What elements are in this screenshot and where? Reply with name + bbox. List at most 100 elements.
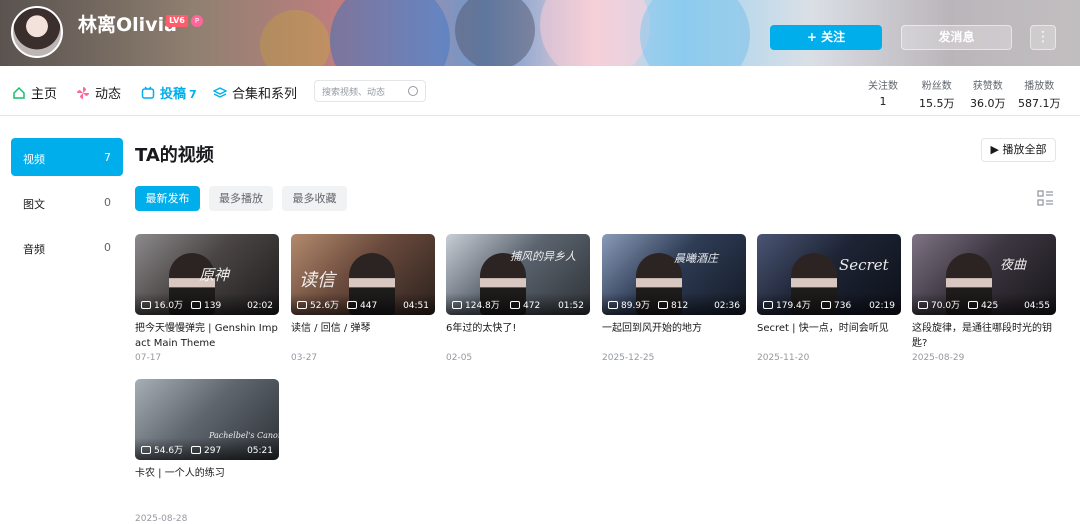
video-thumbnail[interactable]: 夜曲 70.0万 425 04:55 [912, 234, 1056, 315]
video-card[interactable]: 晨曦酒庄 89.9万 812 02:36 一起回到风开始的地方 2025-12-… [602, 234, 746, 363]
tab-uploads-label: 投稿 [160, 87, 187, 102]
danmaku-count: 812 [658, 301, 688, 311]
video-title[interactable]: 卡农 | 一个人的练习 [135, 466, 279, 496]
video-duration: 05:21 [247, 446, 273, 456]
stat-following[interactable]: 关注数 1 [868, 77, 898, 108]
tab-uploads-count: 7 [189, 88, 197, 101]
danmaku-icon [347, 301, 357, 309]
vip-icon: P [191, 15, 203, 27]
search-input[interactable]: 搜索视频、动态 [314, 80, 426, 102]
video-date: 02-05 [446, 353, 473, 363]
thumbnail-caption: 捕风的异乡人 [510, 250, 576, 263]
video-duration: 02:02 [247, 301, 273, 311]
stat-plays: 播放数 587.1万 [1018, 77, 1061, 111]
sort-most-played[interactable]: 最多播放 [209, 186, 273, 211]
level-badge: LV6 [166, 15, 188, 27]
danmaku-count-value: 812 [671, 301, 689, 311]
video-title[interactable]: 读信 / 回信 / 弹琴 [291, 321, 435, 351]
play-count: 70.0万 [918, 298, 960, 311]
pinwheel-icon [77, 87, 89, 99]
video-thumbnail[interactable]: Secret 179.4万 736 02:19 [757, 234, 901, 315]
play-icon [141, 301, 151, 309]
video-duration: 04:55 [1024, 301, 1050, 311]
video-date: 2025-12-25 [602, 353, 655, 363]
sidebar-item-count: 0 [104, 241, 111, 254]
video-thumbnail[interactable]: 晨曦酒庄 89.9万 812 02:36 [602, 234, 746, 315]
sidebar-item-audio[interactable]: 音频 0 [11, 228, 123, 266]
play-count: 179.4万 [763, 298, 811, 311]
play-count-value: 16.0万 [154, 301, 184, 311]
play-count: 124.8万 [452, 298, 500, 311]
sidebar-item-label: 图文 [23, 198, 45, 211]
video-thumbnail[interactable]: Pachelbel's Canon 54.6万 297 05:21 [135, 379, 279, 460]
danmaku-count-value: 139 [204, 301, 222, 311]
sidebar-item-count: 7 [104, 151, 111, 164]
danmaku-icon [510, 301, 520, 309]
sidebar-item-label: 视频 [23, 153, 45, 166]
search-icon[interactable] [408, 86, 418, 96]
play-count-value: 52.6万 [310, 301, 340, 311]
stat-plays-label: 播放数 [1024, 81, 1055, 92]
thumbnail-caption: 夜曲 [1000, 258, 1027, 273]
danmaku-icon [968, 301, 978, 309]
video-date: 03-27 [291, 353, 318, 363]
play-count: 89.9万 [608, 298, 650, 311]
video-card[interactable]: Pachelbel's Canon 54.6万 297 05:21 卡农 | 一… [135, 379, 279, 524]
avatar[interactable] [11, 6, 63, 58]
tab-home[interactable]: 主页 [12, 83, 57, 102]
sidebar-item-video[interactable]: 视频 7 [11, 138, 123, 176]
video-thumbnail[interactable]: 读信 52.6万 447 04:51 [291, 234, 435, 315]
follow-button[interactable]: + 关注 [770, 25, 882, 50]
play-count-value: 179.4万 [776, 301, 811, 311]
video-title[interactable]: 6年过的太快了! [446, 321, 590, 351]
video-date: 2025-08-28 [135, 514, 188, 524]
play-count: 52.6万 [297, 298, 339, 311]
stat-likes: 获赞数 36.0万 [970, 77, 1006, 111]
play-icon [452, 301, 462, 309]
video-title[interactable]: Secret | 快一点，时间会听见 [757, 321, 901, 351]
play-icon [763, 301, 773, 309]
video-date: 2025-11-20 [757, 353, 810, 363]
tab-collections-label: 合集和系列 [232, 87, 298, 102]
danmaku-count: 139 [191, 301, 221, 311]
tab-collections[interactable]: 合集和系列 [213, 83, 297, 102]
play-icon [918, 301, 928, 309]
video-thumbnail[interactable]: 捕风的异乡人 124.8万 472 01:52 [446, 234, 590, 315]
sidebar-item-article[interactable]: 图文 0 [11, 183, 123, 221]
video-card[interactable]: 读信 52.6万 447 04:51 读信 / 回信 / 弹琴 03-27 [291, 234, 435, 363]
tab-home-label: 主页 [31, 87, 58, 102]
thumbnail-caption: Secret [839, 256, 889, 274]
play-icon [297, 301, 307, 309]
stat-following-value: 1 [879, 95, 887, 108]
sidebar-item-label: 音频 [23, 243, 45, 256]
page-title: TA的视频 [135, 145, 214, 166]
video-card[interactable]: 原神 16.0万 139 02:02 把今天慢慢弹完 | Genshin Imp… [135, 234, 279, 363]
tab-dynamic[interactable]: 动态 [76, 83, 121, 102]
danmaku-count-value: 472 [523, 301, 541, 311]
sort-most-favorited[interactable]: 最多收藏 [282, 186, 347, 211]
video-card[interactable]: Secret 179.4万 736 02:19 Secret | 快一点，时间会… [757, 234, 901, 363]
more-options-button[interactable]: ⋮ [1030, 25, 1056, 50]
tv-icon [141, 86, 155, 99]
video-title[interactable]: 这段旋律，是通往哪段时光的钥匙? [912, 321, 1056, 351]
video-title[interactable]: 一起回到风开始的地方 [602, 321, 746, 351]
play-all-button[interactable]: ▶ 播放全部 [981, 138, 1056, 162]
video-card[interactable]: 捕风的异乡人 124.8万 472 01:52 6年过的太快了! 02-05 [446, 234, 590, 363]
video-date: 07-17 [135, 353, 162, 363]
list-view-icon[interactable] [1037, 190, 1054, 206]
profile-nav: 主页 动态 投稿 7 合集和系列 搜索视频、动态 关注数 1 粉丝数 15.5万 获赞… [0, 66, 1080, 116]
play-count: 54.6万 [141, 443, 183, 456]
tab-uploads[interactable]: 投稿 7 [141, 83, 197, 102]
stat-followers-value: 15.5万 [919, 97, 955, 110]
play-count-value: 70.0万 [931, 301, 961, 311]
video-card[interactable]: 夜曲 70.0万 425 04:55 这段旋律，是通往哪段时光的钥匙? 2025… [912, 234, 1056, 363]
play-count-value: 89.9万 [621, 301, 651, 311]
send-message-button[interactable]: 发消息 [901, 25, 1012, 50]
sort-latest[interactable]: 最新发布 [135, 186, 200, 211]
play-icon [608, 301, 618, 309]
stat-followers[interactable]: 粉丝数 15.5万 [919, 77, 955, 111]
stat-following-label: 关注数 [868, 81, 898, 92]
play-count: 16.0万 [141, 298, 183, 311]
video-title[interactable]: 把今天慢慢弹完 | Genshin Impact Main Theme [135, 321, 279, 351]
video-thumbnail[interactable]: 原神 16.0万 139 02:02 [135, 234, 279, 315]
